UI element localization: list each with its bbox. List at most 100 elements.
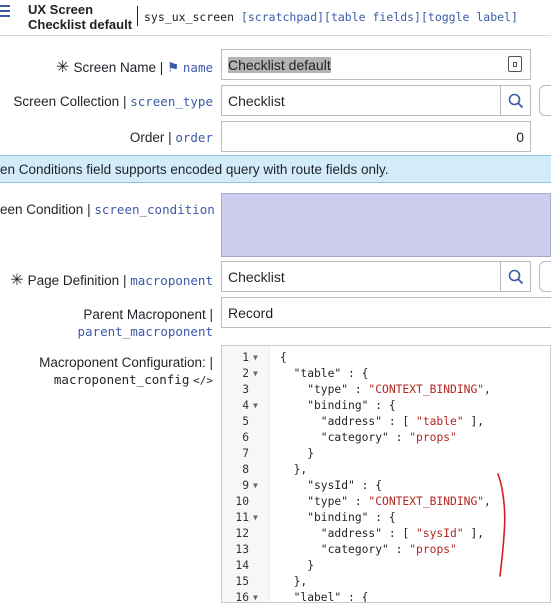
line-number: 14 — [235, 559, 249, 572]
code-text: "type" : "CONTEXT_BINDING", — [280, 383, 491, 396]
line-number: 7 — [242, 447, 249, 460]
order-label-text: Order — [129, 130, 165, 145]
title-divider — [137, 6, 138, 26]
line-number: 15 — [235, 575, 249, 588]
fold-arrow-icon[interactable]: ▼ — [253, 350, 258, 366]
page-definition-info-button[interactable] — [539, 261, 551, 292]
screen-name-input[interactable]: Checklist default — [221, 49, 531, 80]
line-number: 10 — [235, 495, 249, 508]
line-number: 6 — [242, 431, 249, 444]
required-icon: ✳ — [10, 272, 24, 289]
table-name: sys_ux_screen [scratchpad][table fields]… — [144, 10, 518, 24]
page-definition-input[interactable]: Checklist — [221, 261, 501, 292]
page-definition-search-button[interactable] — [500, 261, 531, 292]
macroponent-config-api: macroponent_config — [53, 372, 190, 387]
parent-macroponent-label-text: Parent Macroponent — [83, 307, 206, 322]
line-number: 16 — [235, 591, 249, 603]
line-number: 1 — [242, 351, 249, 364]
table-name-text: sys_ux_screen — [144, 10, 235, 24]
code-text: { — [280, 351, 287, 364]
code-text: "table" : { — [280, 367, 369, 380]
code-text: "address" : [ "sysId" ], — [280, 527, 485, 540]
line-number: 5 — [242, 415, 249, 428]
info-banner: en Conditions field supports encoded que… — [0, 155, 551, 183]
screen-name-label-text: Screen Name — [73, 60, 156, 75]
title-line2: Checklist default — [28, 17, 133, 32]
screen-name-value: Checklist default — [228, 56, 331, 73]
fold-arrow-icon[interactable]: ▼ — [253, 366, 258, 382]
code-text: "category" : "props" — [280, 543, 457, 556]
code-line: 1 ▼ { — [222, 350, 550, 366]
flag-icon: ⚑ — [167, 60, 180, 75]
line-number: 4 — [242, 399, 249, 412]
code-text: } — [280, 447, 315, 460]
line-number: 13 — [235, 543, 249, 556]
screen-condition-label: een Condition | screen_condition — [0, 202, 215, 217]
line-number: 9 — [242, 479, 249, 492]
line-number: 12 — [235, 527, 249, 540]
code-text: }, — [280, 463, 308, 476]
parent-macroponent-input[interactable]: Record — [221, 297, 551, 328]
screen-name-label: ✳ Screen Name | ⚑ name — [56, 59, 213, 76]
line-number: 3 — [242, 383, 249, 396]
line-number: 8 — [242, 463, 249, 476]
code-line: 4 ▼ "binding" : { — [222, 398, 550, 414]
code-line: 7 } — [222, 446, 550, 462]
fold-arrow-icon[interactable]: ▼ — [253, 478, 258, 494]
code-line: 5 "address" : [ "table" ], — [222, 414, 550, 430]
fold-arrow-icon[interactable]: ▼ — [253, 510, 258, 526]
screen-name-api: name — [182, 60, 213, 75]
screen-collection-api: screen_type — [130, 94, 213, 109]
lock-icon[interactable] — [508, 56, 522, 72]
code-text: "label" : { — [280, 591, 369, 603]
macroponent-config-label-text: Macroponent Configuration: — [39, 355, 206, 370]
parent-macroponent-api: parent_macroponent — [77, 324, 213, 339]
info-message: en Conditions field supports encoded que… — [0, 161, 389, 177]
form-title: UX Screen Checklist default — [28, 2, 132, 32]
form-header: UX Screen Checklist default sys_ux_scree… — [0, 0, 551, 36]
screen-collection-label-text: Screen Collection — [13, 94, 120, 109]
search-icon — [508, 93, 523, 108]
code-text: "type" : "CONTEXT_BINDING", — [280, 495, 491, 508]
screen-collection-info-button[interactable] — [539, 85, 551, 116]
code-text: } — [280, 559, 315, 572]
order-value: 0 — [516, 128, 524, 145]
search-icon — [508, 269, 523, 284]
page-definition-label: ✳ Page Definition | macroponent — [10, 272, 213, 289]
code-text: "binding" : { — [280, 399, 396, 412]
code-text: "sysId" : { — [280, 479, 383, 492]
parent-macroponent-label: Parent Macroponent | parent_macroponent — [77, 307, 213, 339]
line-number: 2 — [242, 367, 249, 380]
order-label: Order | order — [129, 130, 213, 145]
screen-collection-label: Screen Collection | screen_type — [13, 94, 213, 109]
code-line: 16 ▼ "label" : { — [222, 590, 550, 603]
code-text: "address" : [ "table" ], — [280, 415, 485, 428]
screen-condition-label-text: een Condition — [0, 202, 84, 217]
fold-arrow-icon[interactable]: ▼ — [253, 398, 258, 414]
screen-condition-field[interactable] — [221, 193, 551, 257]
screen-collection-value: Checklist — [228, 92, 285, 109]
line-number: 11 — [235, 511, 249, 524]
fold-arrow-icon[interactable]: ▼ — [253, 590, 258, 602]
title-line1: UX Screen — [28, 2, 94, 17]
screen-condition-api: screen_condition — [94, 202, 215, 217]
page-definition-value: Checklist — [228, 268, 285, 285]
screen-collection-search-button[interactable] — [500, 85, 531, 116]
macroponent-config-label: Macroponent Configuration: | macroponent… — [39, 355, 213, 387]
order-api: order — [175, 130, 213, 145]
page-definition-api: macroponent — [130, 273, 213, 288]
table-tags: [scratchpad][table fields][toggle label] — [240, 10, 518, 24]
menu-icon[interactable] — [0, 5, 14, 19]
required-icon: ✳ — [56, 59, 70, 76]
code-line: 2 ▼ "table" : { — [222, 366, 550, 382]
page-definition-label-text: Page Definition — [27, 273, 120, 288]
order-input[interactable]: 0 — [221, 121, 531, 152]
code-icon[interactable]: </> — [193, 374, 213, 387]
code-text: }, — [280, 575, 308, 588]
parent-macroponent-value: Record — [228, 304, 274, 321]
red-annotation-mark — [497, 473, 506, 577]
screen-collection-input[interactable]: Checklist — [221, 85, 501, 116]
code-line: 6 "category" : "props" — [222, 430, 550, 446]
code-text: "binding" : { — [280, 511, 396, 524]
code-line: 3 "type" : "CONTEXT_BINDING", — [222, 382, 550, 398]
